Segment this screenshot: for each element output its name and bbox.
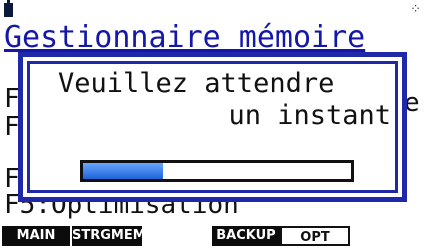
progress-fill xyxy=(83,163,164,179)
status-bar: ⁘ xyxy=(0,0,429,22)
softkey-strgmem[interactable]: STRGMEM xyxy=(72,226,146,246)
softkey-opt[interactable]: OPT xyxy=(280,226,350,246)
busy-spinner-icon: ⁘ xyxy=(410,2,421,17)
dialog-message-line2: un instant xyxy=(228,100,391,131)
battery-icon xyxy=(4,0,13,17)
wait-dialog-frame: Veuillez attendre un instant xyxy=(27,61,398,193)
softkey-backup[interactable]: BACKUP xyxy=(212,226,280,246)
dialog-message-line1: Veuillez attendre xyxy=(58,68,335,99)
softkey-bar: MAIN STRGMEM BACKUP OPT xyxy=(0,226,429,248)
softkey-main[interactable]: MAIN xyxy=(2,226,70,246)
page-title: Gestionnaire mémoire xyxy=(4,20,366,55)
wait-dialog: Veuillez attendre un instant xyxy=(18,52,407,202)
progress-bar xyxy=(80,160,354,182)
